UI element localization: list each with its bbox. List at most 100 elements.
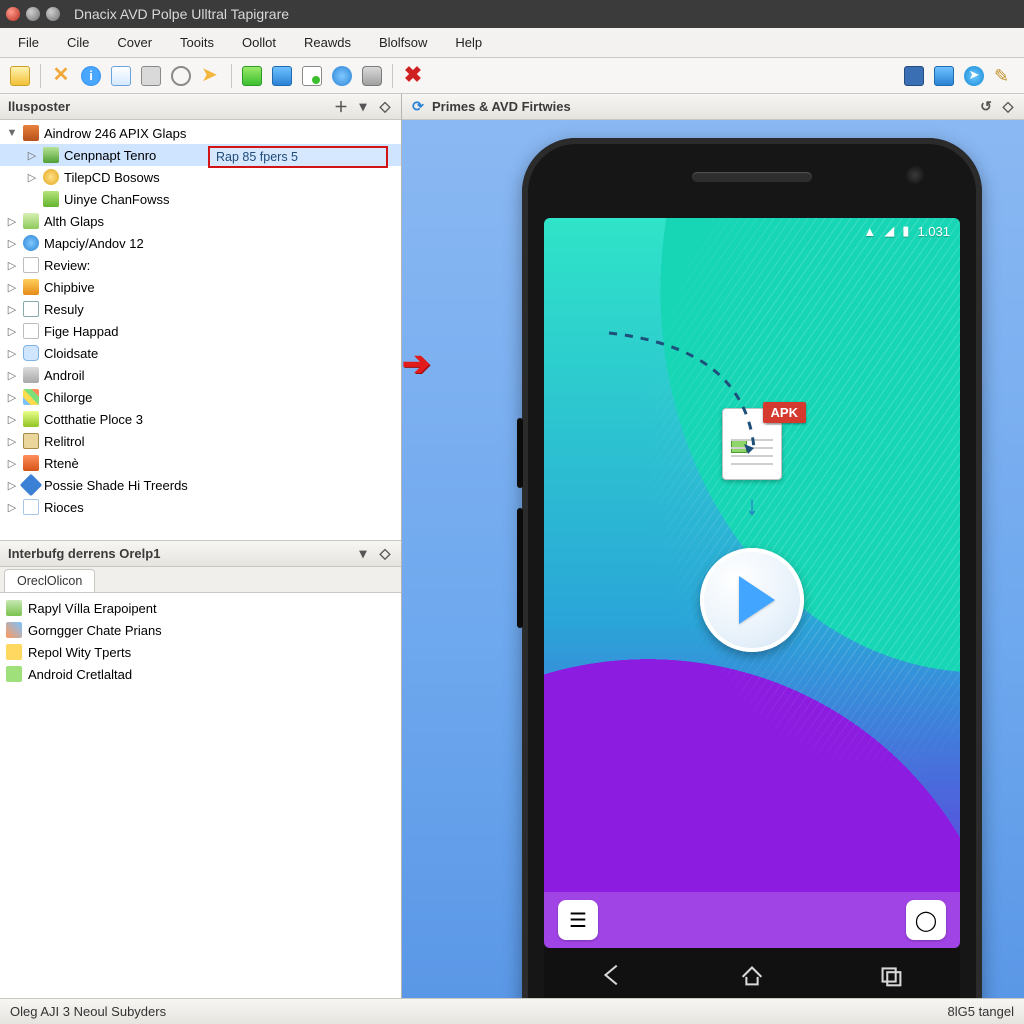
tree-node[interactable]: Uinye ChanFowss [0, 188, 401, 210]
red-x-icon: ✖ [403, 66, 423, 86]
expand-toggle[interactable]: ▷ [6, 435, 18, 448]
menu-reawds[interactable]: Reawds [292, 31, 363, 54]
panel-diamond-icon[interactable]: ◇ [377, 99, 393, 115]
tree-node[interactable]: ▷Fige Happad [0, 320, 401, 342]
toolbar-cursor-button[interactable]: ➤ [197, 62, 225, 90]
tree-node[interactable]: ▷ Chipbive [0, 276, 401, 298]
tree-node[interactable]: ▼Aindrow 246 APIX Glaps [0, 122, 401, 144]
device-screen[interactable]: ▲ ◢ ▮ 1.031 APK ↓ [544, 218, 960, 948]
list-item[interactable]: Repol Wity Tperts [2, 641, 399, 663]
tree-label: Relitrol [44, 434, 84, 449]
toolbar-screen-button[interactable] [268, 62, 296, 90]
expand-toggle[interactable]: ▼ [6, 127, 18, 139]
toolbar-send-button[interactable]: ➤ [960, 62, 988, 90]
tree-label: Chipbive [44, 280, 95, 295]
list-item[interactable]: Rapyl Vílla Erapoipent [2, 597, 399, 619]
expand-toggle[interactable]: ▷ [6, 281, 18, 294]
toolbar-open-button[interactable] [6, 62, 34, 90]
tree-node[interactable]: ▷Resuly [0, 298, 401, 320]
expand-toggle[interactable]: ▷ [26, 149, 38, 162]
menu-help[interactable]: Help [443, 31, 494, 54]
volume-up-button[interactable] [517, 418, 523, 488]
minimize-window-button[interactable] [26, 7, 40, 21]
output-tab[interactable]: OreclOlicon [4, 569, 95, 592]
tree-node[interactable]: ▷Chilorge [0, 386, 401, 408]
menu-cile[interactable]: Cile [55, 31, 101, 54]
expand-toggle[interactable]: ▷ [6, 303, 18, 316]
list-item[interactable]: Android Cretlaltad [2, 663, 399, 685]
device-frame: ▲ ◢ ▮ 1.031 APK ↓ [522, 138, 982, 998]
tree-node[interactable]: ▷Possie Shade Hi Treerds [0, 474, 401, 496]
list-item[interactable]: Gorngger Chate Prians [2, 619, 399, 641]
project-tree[interactable]: ▼Aindrow 246 APIX Glaps ▷Cenpnapt Tenro … [0, 120, 401, 540]
toolbar-panel-button[interactable] [930, 62, 958, 90]
expand-toggle[interactable]: ▷ [6, 413, 18, 426]
expand-toggle[interactable]: ▷ [6, 347, 18, 360]
nav-back-button[interactable] [598, 960, 628, 993]
panel-diamond-icon[interactable]: ◇ [377, 546, 393, 562]
expand-toggle[interactable]: ▷ [6, 325, 18, 338]
tree-node[interactable]: ▷Cloidsate [0, 342, 401, 364]
toolbar-stop-button[interactable]: ✖ [399, 62, 427, 90]
emulator-viewport[interactable]: ➔ ▲ ◢ ▮ 1.031 [402, 120, 1024, 998]
list-label: Android Cretlaltad [28, 667, 132, 682]
install-play-button[interactable] [700, 548, 804, 652]
menu-oollot[interactable]: Oollot [230, 31, 288, 54]
toolbar-user-button[interactable] [328, 62, 356, 90]
project-explorer-header: llusposter ＋ ▾ ◇ [0, 94, 401, 120]
toolbar-info-button[interactable]: i [77, 62, 105, 90]
panel-minus-icon[interactable]: ▾ [355, 546, 371, 562]
tree-label: Cenpnapt Tenro [64, 148, 156, 163]
expand-toggle[interactable]: ▷ [6, 215, 18, 228]
list-label: Gorngger Chate Prians [28, 623, 162, 638]
tree-node[interactable]: ▷TilepCD Bosows [0, 166, 401, 188]
toolbar-newdoc-button[interactable] [298, 62, 326, 90]
toolbar-history-button[interactable] [167, 62, 195, 90]
menu-cover[interactable]: Cover [105, 31, 164, 54]
toolbar-run-button[interactable] [238, 62, 266, 90]
tree-node[interactable]: ▷ Mapciy/Andov 12 [0, 232, 401, 254]
tree-node[interactable]: ▷Review: [0, 254, 401, 276]
toolbar-save-button[interactable] [900, 62, 928, 90]
tree-node[interactable]: ▷Rtenè [0, 452, 401, 474]
dock-app-right[interactable]: ◯ [906, 900, 946, 940]
toolbar-mail-button[interactable] [137, 62, 165, 90]
expand-toggle[interactable]: ▷ [6, 237, 18, 250]
volume-down-button[interactable] [517, 508, 523, 628]
toolbar-delete-button[interactable]: ✕ [47, 62, 75, 90]
expand-toggle[interactable]: ▷ [6, 479, 18, 492]
sync-icon[interactable]: ⟳ [410, 99, 426, 115]
tree-label: Mapciy/Andov 12 [44, 236, 144, 251]
toolbar-db-button[interactable] [358, 62, 386, 90]
panel-sync-icon[interactable]: ↺ [978, 99, 994, 115]
expand-toggle[interactable]: ▷ [6, 501, 18, 514]
panel-diamond-icon[interactable]: ◇ [1000, 99, 1016, 115]
panel-minus-icon[interactable]: ▾ [355, 99, 371, 115]
close-window-button[interactable] [6, 7, 20, 21]
panel-add-icon[interactable]: ＋ [333, 99, 349, 115]
dock-app-left[interactable]: ☰ [558, 900, 598, 940]
expand-toggle[interactable]: ▷ [6, 391, 18, 404]
emulator-panel-title: Primes & AVD Firtwies [432, 99, 571, 114]
expand-toggle[interactable]: ▷ [6, 369, 18, 382]
toolbar-edit-button[interactable]: ✎ [990, 62, 1018, 90]
menu-file[interactable]: File [6, 31, 51, 54]
bolt-icon [23, 411, 39, 427]
tree-node[interactable]: ▷Alth Glaps [0, 210, 401, 232]
nav-home-button[interactable] [737, 960, 767, 993]
tree-node[interactable]: ▷Androil [0, 364, 401, 386]
tree-node[interactable]: ▷Rioces [0, 496, 401, 518]
tree-node[interactable]: ▷ Relitrol [0, 430, 401, 452]
expand-toggle[interactable]: ▷ [26, 171, 38, 184]
expand-toggle[interactable]: ▷ [6, 259, 18, 272]
nav-recents-button[interactable] [876, 960, 906, 993]
menu-blolfsow[interactable]: Blolfsow [367, 31, 439, 54]
expand-toggle[interactable]: ▷ [6, 457, 18, 470]
maximize-window-button[interactable] [46, 7, 60, 21]
list-label: Repol Wity Tperts [28, 645, 131, 660]
toolbar-card-button[interactable] [107, 62, 135, 90]
rename-input[interactable]: Rap 85 fpers 5 [208, 146, 388, 168]
ide-status-bar: Oleg AJI 3 Neoul Subyders 8lG5 tangel [0, 998, 1024, 1024]
menu-tooits[interactable]: Tooits [168, 31, 226, 54]
tree-node[interactable]: ▷Cotthatie Ploce 3 [0, 408, 401, 430]
